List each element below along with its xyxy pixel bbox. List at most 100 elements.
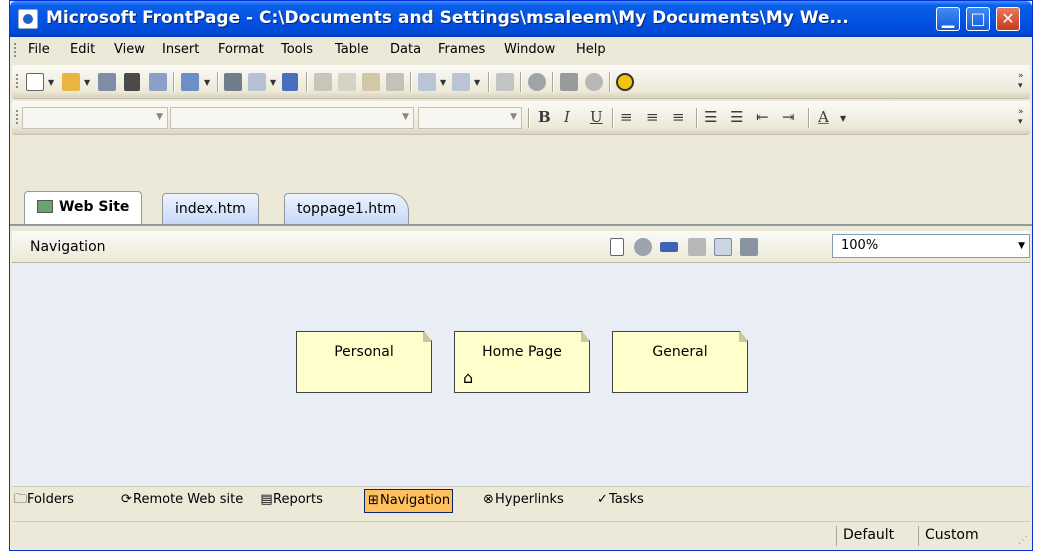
redo-icon[interactable] — [452, 73, 470, 91]
tab-label: toppage1.htm — [297, 201, 397, 217]
menu-frames[interactable]: Frames — [438, 42, 485, 57]
view-hyperlinks[interactable]: ⊗Hyperlinks — [480, 489, 566, 513]
tab-web-site[interactable]: Web Site — [24, 191, 143, 225]
toolbar-overflow-icon[interactable]: » ▾ — [1018, 71, 1028, 93]
chevron-down-icon[interactable]: ▼ — [84, 78, 90, 87]
status-doctype[interactable]: Default — [836, 526, 900, 546]
zoom-select[interactable]: 100% ▼ — [832, 234, 1030, 258]
insert-table-icon[interactable] — [496, 73, 514, 91]
remote-site-icon: ⟳ — [121, 492, 132, 507]
find-icon[interactable] — [124, 73, 140, 91]
copy-icon[interactable] — [338, 73, 356, 91]
toolbar-grip[interactable] — [16, 110, 19, 124]
new-page-icon[interactable] — [26, 73, 44, 91]
web-component-icon[interactable] — [181, 73, 199, 91]
view-folders[interactable]: 🗀Folders — [12, 489, 76, 513]
navigation-canvas[interactable]: Personal Home Page ⌂ General — [12, 263, 1030, 486]
menu-tools[interactable]: Tools — [281, 42, 313, 57]
home-icon: ⌂ — [463, 368, 474, 387]
tab-toppage1-htm[interactable]: toppage1.htm — [284, 193, 410, 225]
reports-icon: ▤ — [260, 492, 273, 507]
align-center-icon[interactable]: ≡ — [646, 108, 659, 126]
view-subtree-icon[interactable] — [714, 238, 732, 256]
portrait-landscape-icon[interactable] — [688, 238, 706, 256]
save-icon[interactable] — [98, 73, 116, 91]
paste-icon[interactable] — [362, 73, 380, 91]
menu-edit[interactable]: Edit — [70, 42, 95, 57]
chevron-down-icon[interactable]: ▼ — [204, 78, 210, 87]
menu-table[interactable]: Table — [335, 42, 369, 57]
chevron-down-icon[interactable]: ▼ — [48, 78, 54, 87]
decrease-indent-icon[interactable]: ⇤ — [756, 108, 769, 126]
bulleted-list-icon[interactable]: ☰ — [730, 108, 743, 126]
chevron-down-icon[interactable]: ▼ — [440, 78, 446, 87]
tab-index-htm[interactable]: index.htm — [162, 193, 259, 225]
toolbar-grip[interactable] — [14, 43, 17, 57]
font-combo[interactable]: ▼ — [170, 107, 414, 129]
print-icon[interactable] — [224, 73, 242, 91]
resize-grip-icon[interactable]: ⋰ — [1018, 535, 1028, 546]
menu-view[interactable]: View — [114, 42, 145, 57]
view-tasks[interactable]: ✓Tasks — [594, 489, 646, 513]
help-icon[interactable] — [616, 73, 634, 91]
view-navigation[interactable]: ⊞Navigation — [364, 489, 454, 513]
undo-icon[interactable] — [418, 73, 436, 91]
chevron-down-icon[interactable]: ▼ — [156, 112, 163, 122]
chevron-down-icon[interactable]: ▼ — [402, 112, 409, 122]
status-schema[interactable]: Custom — [918, 526, 985, 546]
increase-indent-icon[interactable]: ⇥ — [782, 108, 795, 126]
zoom-value: 100% — [841, 238, 879, 253]
chevron-down-icon[interactable]: ▼ — [1018, 235, 1025, 257]
view-reports[interactable]: ▤Reports — [258, 489, 325, 513]
underline-button[interactable]: U — [590, 108, 603, 126]
menu-file[interactable]: File — [28, 42, 50, 57]
bold-button[interactable]: B — [538, 108, 551, 126]
toolbar-overflow-icon[interactable]: » ▾ — [1018, 107, 1028, 129]
menu-data[interactable]: Data — [390, 42, 421, 57]
close-button[interactable]: ✕ — [996, 7, 1020, 31]
nav-node-general[interactable]: General — [612, 331, 748, 393]
open-icon[interactable] — [62, 73, 80, 91]
font-color-button[interactable]: A — [818, 108, 829, 126]
font-size-combo[interactable]: ▼ — [418, 107, 522, 129]
numbered-list-icon[interactable]: ☰ — [704, 108, 717, 126]
chevron-down-icon[interactable]: ▼ — [510, 112, 517, 122]
menu-help[interactable]: Help — [576, 42, 606, 57]
menu-window[interactable]: Window — [504, 42, 555, 57]
nav-node-personal[interactable]: Personal — [296, 331, 432, 393]
tab-label: index.htm — [175, 201, 246, 217]
minimize-button[interactable]: ▁ — [936, 7, 960, 31]
tasks-icon: ✓ — [597, 492, 608, 507]
menu-insert[interactable]: Insert — [162, 42, 199, 57]
new-page-icon[interactable] — [610, 238, 624, 256]
spelling-icon[interactable] — [282, 73, 298, 91]
chevron-down-icon[interactable]: ▼ — [474, 78, 480, 87]
align-left-icon[interactable]: ≡ — [620, 108, 633, 126]
include-in-nav-icon[interactable] — [740, 238, 758, 256]
document-tabs: Web Site index.htm toppage1.htm — [10, 189, 1032, 229]
publish-icon[interactable] — [149, 73, 167, 91]
view-label: Tasks — [609, 492, 644, 507]
title-bar[interactable]: Microsoft FrontPage - C:\Documents and S… — [10, 1, 1032, 37]
toolbar-grip[interactable] — [16, 74, 19, 88]
menu-format[interactable]: Format — [218, 42, 264, 57]
stop-icon[interactable] — [585, 73, 603, 91]
insert-picture-icon[interactable] — [528, 73, 546, 91]
style-combo[interactable]: ▼ — [22, 107, 168, 129]
refresh-icon[interactable] — [560, 73, 578, 91]
preview-icon[interactable] — [248, 73, 266, 91]
view-label: Reports — [273, 492, 323, 507]
frontpage-app-icon[interactable] — [18, 9, 38, 29]
chevron-down-icon[interactable]: ▼ — [270, 78, 276, 87]
align-right-icon[interactable]: ≡ — [672, 108, 685, 126]
link-bar-icon[interactable] — [660, 242, 678, 252]
external-link-icon[interactable] — [634, 238, 652, 256]
nav-node-home-page[interactable]: Home Page ⌂ — [454, 331, 590, 393]
cut-icon[interactable] — [314, 73, 332, 91]
format-painter-icon[interactable] — [386, 73, 404, 91]
italic-button[interactable]: I — [564, 108, 570, 126]
chevron-down-icon[interactable]: ▼ — [840, 114, 846, 123]
maximize-button[interactable]: □ — [966, 7, 990, 31]
frontpage-window: Microsoft FrontPage - C:\Documents and S… — [9, 0, 1033, 551]
view-remote-web-site[interactable]: ⟳Remote Web site — [118, 489, 245, 513]
